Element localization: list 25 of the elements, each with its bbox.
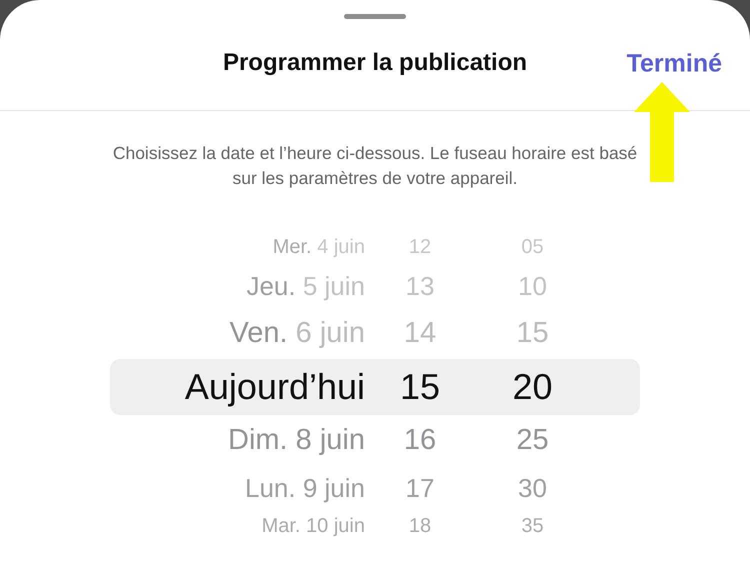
- sheet-handle[interactable]: [344, 14, 406, 19]
- hour-option[interactable]: 17: [365, 472, 475, 504]
- hour-option[interactable]: 15: [365, 366, 475, 408]
- day-option[interactable]: Mar. 10 juin: [110, 515, 365, 538]
- minute-option[interactable]: 20: [475, 366, 590, 408]
- hour-option[interactable]: 16: [365, 424, 475, 457]
- minute-option[interactable]: 10: [475, 270, 590, 302]
- hour-option[interactable]: 12: [365, 236, 475, 259]
- hour-option[interactable]: 18: [365, 515, 475, 538]
- day-option[interactable]: Dim. 8 juin: [110, 424, 365, 457]
- description-text: Choisissez la date et l’heure ci-dessous. Le fuseau horaire est basé sur les paramètres de votre appareil.: [112, 142, 638, 190]
- minute-option[interactable]: 25: [475, 424, 590, 457]
- hour-option[interactable]: 14: [365, 317, 475, 350]
- hour-option[interactable]: 13: [365, 270, 475, 302]
- minute-option[interactable]: 30: [475, 472, 590, 504]
- sheet-title: Programmer la publication: [222, 48, 528, 76]
- day-option[interactable]: Aujourd’hui: [110, 366, 365, 408]
- day-option[interactable]: Lun. 9 juin: [110, 472, 365, 504]
- minute-option[interactable]: 05: [475, 236, 590, 259]
- day-option[interactable]: Jeu. 5 juin: [110, 270, 365, 302]
- minute-option[interactable]: 15: [475, 317, 590, 350]
- minute-option[interactable]: 35: [475, 515, 590, 538]
- day-option[interactable]: Ven. 6 juin: [110, 317, 365, 350]
- day-option[interactable]: Mer. 4 juin: [110, 236, 365, 259]
- done-button[interactable]: Terminé: [626, 48, 722, 78]
